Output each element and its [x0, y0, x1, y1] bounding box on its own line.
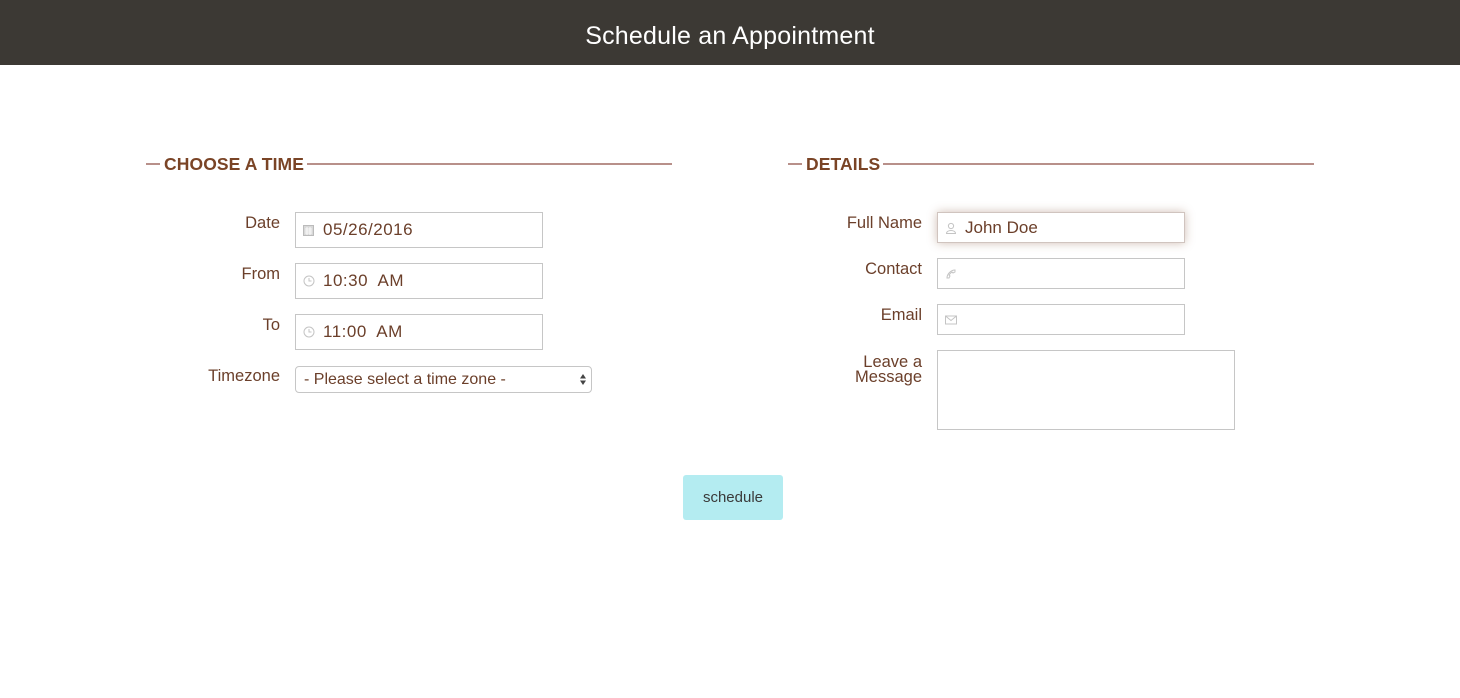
email-label: Email	[880, 306, 922, 324]
clock-icon	[302, 275, 315, 288]
calendar-icon	[302, 224, 315, 237]
contact-label: Contact	[865, 260, 922, 278]
message-label-line2: Message	[855, 368, 922, 386]
envelope-icon	[944, 313, 957, 326]
select-arrows-icon	[579, 371, 587, 388]
from-time-field[interactable]: 10:30 AM	[295, 263, 543, 299]
page-header: Schedule an Appointment	[0, 0, 1460, 65]
phone-icon	[944, 267, 957, 280]
date-value: 05/26/2016	[323, 220, 414, 239]
full-name-label: Full Name	[846, 214, 922, 232]
date-label: Date	[245, 214, 280, 232]
clock-icon	[302, 326, 315, 339]
full-name-input[interactable]: John Doe	[937, 212, 1185, 243]
legend-rule	[883, 163, 1314, 165]
legend-rule	[307, 163, 672, 165]
user-icon	[944, 221, 957, 234]
to-time-field[interactable]: 11:00 AM	[295, 314, 543, 350]
contact-input[interactable]	[937, 258, 1185, 289]
to-label: To	[262, 316, 280, 334]
legend-dash	[788, 163, 802, 165]
page-title: Schedule an Appointment	[585, 21, 875, 50]
email-input[interactable]	[937, 304, 1185, 335]
from-time-value: 10:30 AM	[323, 271, 405, 290]
legend-dash	[146, 163, 160, 165]
timezone-select[interactable]: - Please select a time zone -	[295, 366, 592, 393]
message-label: Leave a Message	[812, 354, 922, 386]
date-field[interactable]: 05/26/2016	[295, 212, 543, 248]
timezone-label: Timezone	[208, 367, 280, 385]
schedule-button[interactable]: schedule	[683, 475, 783, 520]
message-textarea[interactable]	[937, 350, 1235, 430]
from-label: From	[241, 265, 281, 283]
full-name-value: John Doe	[965, 217, 1038, 237]
to-time-value: 11:00 AM	[323, 322, 403, 341]
choose-time-legend: CHOOSE A TIME	[146, 154, 672, 174]
details-legend: DETAILS	[788, 154, 1314, 174]
details-title: DETAILS	[806, 153, 881, 174]
timezone-selected-value: - Please select a time zone -	[304, 370, 506, 388]
choose-time-title: CHOOSE A TIME	[164, 153, 305, 174]
